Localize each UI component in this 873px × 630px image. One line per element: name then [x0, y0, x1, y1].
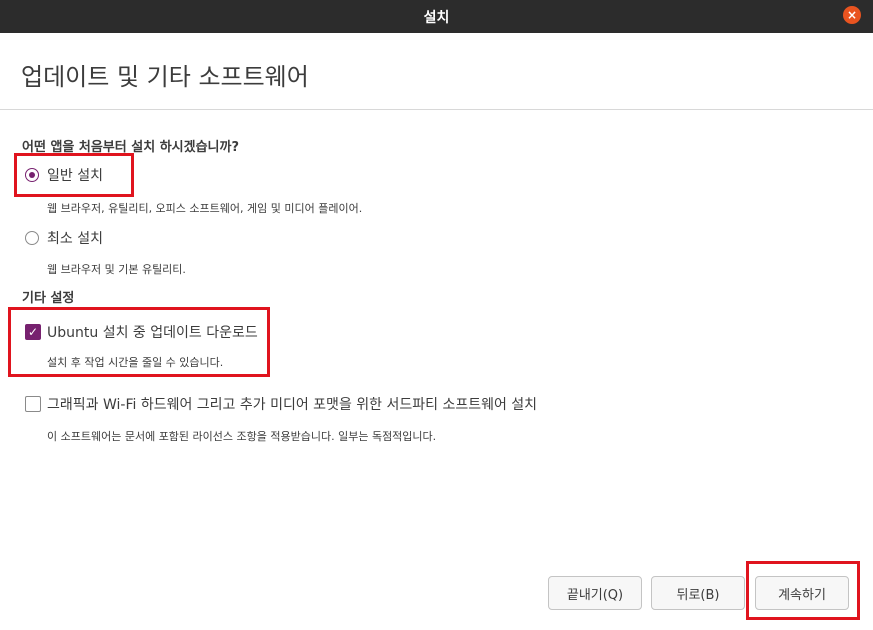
radio-unselected-icon[interactable]	[25, 231, 39, 245]
minimal-install-description: 웹 브라우저 및 기본 유틸리티.	[47, 263, 186, 276]
install-question: 어떤 앱을 처음부터 설치 하시겠습니까?	[22, 140, 240, 155]
window-title: 설치	[423, 9, 450, 26]
download-updates-label[interactable]: Ubuntu 설치 중 업데이트 다운로드	[47, 322, 258, 342]
download-updates-description: 설치 후 작업 시간을 줄일 수 있습니다.	[47, 356, 224, 369]
checkbox-checked-icon[interactable]: ✓	[25, 324, 41, 340]
back-button[interactable]: 뒤로(B)	[651, 576, 745, 610]
radio-selected-icon[interactable]	[25, 168, 39, 182]
normal-install-radio-option[interactable]: 일반 설치	[25, 165, 103, 185]
checkbox-unchecked-icon[interactable]	[25, 396, 41, 412]
window-titlebar: 설치 ×	[0, 0, 873, 33]
third-party-checkbox-option[interactable]: 그래픽과 Wi-Fi 하드웨어 그리고 추가 미디어 포맷을 위한 서드파티 소…	[25, 394, 537, 414]
continue-button[interactable]: 계속하기	[755, 576, 849, 610]
download-updates-checkbox-option[interactable]: ✓ Ubuntu 설치 중 업데이트 다운로드	[25, 322, 258, 342]
minimal-install-radio-option[interactable]: 최소 설치	[25, 228, 103, 248]
third-party-description: 이 소프트웨어는 문서에 포함된 라이선스 조항을 적용받습니다. 일부는 독점…	[47, 430, 437, 443]
other-settings-heading: 기타 설정	[22, 291, 75, 306]
page-title: 업데이트 및 기타 소프트웨어	[21, 63, 309, 91]
normal-install-description: 웹 브라우저, 유틸리티, 오피스 소프트웨어, 게임 및 미디어 플레이어.	[47, 202, 363, 215]
third-party-label[interactable]: 그래픽과 Wi-Fi 하드웨어 그리고 추가 미디어 포맷을 위한 서드파티 소…	[47, 394, 537, 414]
close-icon[interactable]: ×	[843, 6, 861, 24]
minimal-install-label[interactable]: 최소 설치	[47, 228, 103, 248]
page-header: 업데이트 및 기타 소프트웨어	[0, 33, 873, 110]
normal-install-label[interactable]: 일반 설치	[47, 165, 103, 185]
quit-button[interactable]: 끝내기(Q)	[548, 576, 642, 610]
